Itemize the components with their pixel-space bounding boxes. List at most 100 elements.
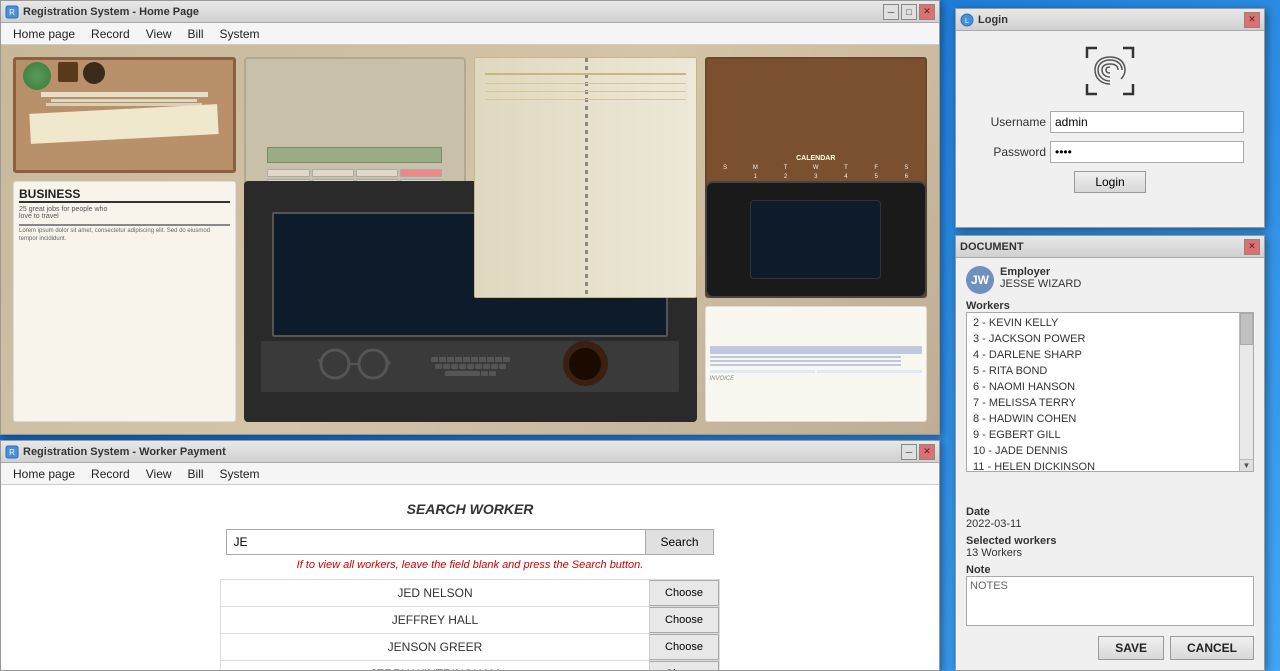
list-item: 9 - EGBERT GILL [967,427,1253,443]
home-window-icon: R [5,5,19,19]
cancel-button[interactable]: CANCEL [1170,636,1254,660]
document-title-bar: DOCUMENT ✕ [956,236,1264,258]
calc-screen [267,147,442,163]
login-window-icon: L [960,13,974,27]
employer-avatar: JW [966,266,994,294]
worker-row-2: JEFFREY HALL Choose [220,606,720,633]
choose-button-4[interactable]: Choose [649,661,719,670]
selected-workers-row: Selected workers 13 Workers [966,533,1254,559]
svg-text:L: L [965,18,969,25]
payment-menu-bar: Home page Record View Bill System [1,463,939,485]
login-title-bar: L Login ✕ [956,9,1264,31]
payment-menu-record[interactable]: Record [83,465,138,483]
desk-invoice: INVOICE [705,306,928,422]
list-item: 7 - MELISSA TERRY [967,395,1253,411]
document-window-title: DOCUMENT [960,241,1244,253]
document-window-controls: ✕ [1244,239,1260,255]
worker-row-1: JED NELSON Choose [220,579,720,606]
payment-window: R Registration System - Worker Payment ─… [0,440,940,671]
menu-view[interactable]: View [138,25,180,43]
login-window: L Login ✕ Us [955,8,1265,228]
svg-text:R: R [9,448,15,457]
search-title: SEARCH WORKER [17,501,923,517]
choose-button-2[interactable]: Choose [649,607,719,633]
employer-name: JESSE WIZARD [1000,278,1254,290]
password-input[interactable] [1050,141,1244,163]
payment-minimize-button[interactable]: ─ [901,444,917,460]
worker-name-1: JED NELSON [221,582,649,604]
employer-row: JW Employer JESSE WIZARD [966,266,1254,294]
username-input[interactable] [1050,111,1244,133]
fingerprint-icon [1085,46,1135,96]
note-value: NOTES [970,580,1008,592]
list-item: 8 - HADWIN COHEN [967,411,1253,427]
login-button[interactable]: Login [1074,171,1145,193]
date-label: Date [966,506,990,518]
scrollbar-thumb [1240,313,1253,345]
menu-system[interactable]: System [212,25,268,43]
search-button[interactable]: Search [646,529,713,555]
note-row: Note NOTES [966,562,1254,626]
list-item: 6 - NAOMI HANSON [967,379,1253,395]
login-body: Username Password Login [956,31,1264,227]
payment-menu-view[interactable]: View [138,465,180,483]
desk-phone [705,181,928,297]
login-form: Username Password Login [976,111,1244,193]
menu-record[interactable]: Record [83,25,138,43]
worker-row-3: JENSON GREER Choose [220,633,720,660]
menu-bill[interactable]: Bill [180,25,212,43]
list-item: 10 - JADE DENNIS [967,443,1253,459]
date-value: 2022-03-11 [966,518,1254,530]
username-label: Username [976,115,1046,129]
note-area: NOTES [966,576,1254,626]
home-minimize-button[interactable]: ─ [883,4,899,20]
document-close-button[interactable]: ✕ [1244,239,1260,255]
desk-coffee [474,306,697,422]
payment-menu-homepage[interactable]: Home page [5,465,83,483]
payment-menu-bill[interactable]: Bill [180,465,212,483]
payment-close-button[interactable]: ✕ [919,444,935,460]
worker-list: JED NELSON Choose JEFFREY HALL Choose JE… [220,579,720,670]
list-item: 3 - JACKSON POWER [967,331,1253,347]
document-footer: SAVE CANCEL [966,632,1254,662]
selected-workers-label: Selected workers [966,535,1057,547]
payment-body: SEARCH WORKER Search If to view all work… [1,485,939,670]
planner-title: CALENDAR [711,155,922,162]
doc-meta: Date 2022-03-11 Selected workers 13 Work… [966,504,1254,626]
home-image-area: CALENDAR SMTWTFS 123456 78910111213 1415… [1,45,939,434]
employer-info: Employer JESSE WIZARD [1000,266,1254,290]
workers-label: Workers [966,300,1254,312]
worker-name-4: JERRY WINTRINGHAM [221,663,649,670]
fingerprint-icon-container [1080,41,1140,101]
search-input[interactable] [226,529,646,555]
login-window-controls: ✕ [1244,12,1260,28]
list-item: 4 - DARLENE SHARP [967,347,1253,363]
magazine-title: BUSINESS [19,187,230,203]
login-close-button[interactable]: ✕ [1244,12,1260,28]
home-maximize-button[interactable]: □ [901,4,917,20]
worker-name-3: JENSON GREER [221,636,649,658]
employer-label: Employer [1000,266,1254,278]
payment-window-title: Registration System - Worker Payment [23,446,901,458]
date-row: Date 2022-03-11 [966,504,1254,530]
workers-scrollbar[interactable]: ▼ [1239,313,1253,471]
choose-button-1[interactable]: Choose [649,580,719,606]
home-menu-bar: Home page Record View Bill System [1,23,939,45]
menu-homepage[interactable]: Home page [5,25,83,43]
document-body: JW Employer JESSE WIZARD Workers 2 - KEV… [956,258,1264,670]
payment-window-controls: ─ ✕ [901,444,935,460]
payment-menu-system[interactable]: System [212,465,268,483]
home-close-button[interactable]: ✕ [919,4,935,20]
search-hint: If to view all workers, leave the field … [17,559,923,571]
invoice-line [710,356,901,358]
home-window-title: Registration System - Home Page [23,6,883,18]
save-button[interactable]: SAVE [1098,636,1164,660]
desk-plants [13,57,236,173]
password-row: Password [976,141,1244,163]
workers-list-container[interactable]: 2 - KEVIN KELLY 3 - JACKSON POWER 4 - DA… [966,312,1254,472]
list-item: 11 - HELEN DICKINSON [967,459,1253,472]
choose-button-3[interactable]: Choose [649,634,719,660]
scroll-down-arrow[interactable]: ▼ [1240,459,1253,471]
login-window-title: Login [978,14,1244,26]
desk-notebook [474,57,697,298]
